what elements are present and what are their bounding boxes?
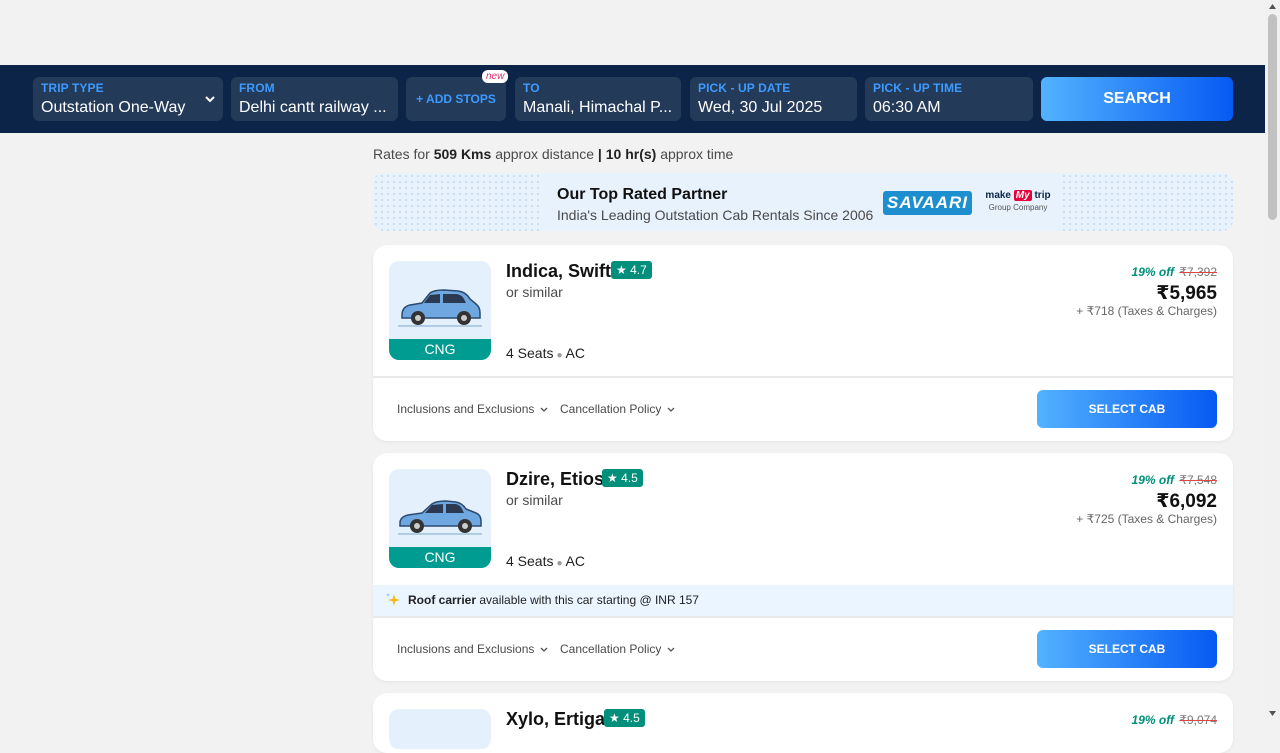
chevron-down-icon	[667, 647, 675, 652]
partner-subtitle: India's Leading Outstation Cab Rentals S…	[557, 207, 874, 223]
mmt-my: My	[1013, 190, 1032, 201]
banner-dots-left	[373, 173, 543, 231]
inclusions-label: Inclusions and Exclusions	[397, 642, 535, 656]
car-specs: 4 Seats ● AC	[506, 553, 585, 569]
partner-banner: Our Top Rated Partner India's Leading Ou…	[373, 173, 1233, 231]
fuel-tag: CNG	[389, 547, 491, 568]
rating-badge: ★ 4.5	[602, 469, 643, 487]
savaari-logo: SAVAARI	[883, 191, 972, 215]
car-specs: 4 Seats ● AC	[506, 345, 585, 361]
from-value: Delhi cantt railway ...	[239, 99, 387, 116]
partner-title: Our Top Rated Partner	[557, 186, 728, 203]
pickup-time-value: 06:30 AM	[873, 99, 941, 116]
price: ₹6,092	[1156, 491, 1217, 512]
car-image: CNG	[389, 261, 491, 360]
cab-card: CNG Indica, Swift ★ 4.7 or similar 4 Sea…	[373, 245, 1233, 441]
to-value: Manali, Himachal P...	[523, 99, 673, 116]
original-price: ₹9,074	[1179, 713, 1217, 727]
fuel-tag: CNG	[389, 339, 491, 360]
search-bar: TRIP TYPE Outstation One-Way FROM Delhi …	[0, 65, 1265, 133]
mmt-make: make	[985, 190, 1011, 201]
rates-distance-suffix: approx distance	[495, 146, 595, 162]
discount: 19% off	[1131, 713, 1174, 727]
rates-separator: |	[597, 146, 602, 162]
pickup-time-field[interactable]: PICK - UP TIME 06:30 AM	[865, 77, 1033, 121]
addon-text: available with this car starting @ INR 1…	[479, 593, 699, 607]
addon-bold: Roof carrier	[408, 593, 477, 607]
mmt-trip: trip	[1034, 190, 1051, 201]
car-icon	[398, 289, 482, 327]
discount: 19% off	[1131, 265, 1174, 279]
car-image	[389, 709, 491, 749]
scroll-down-arrow-icon[interactable]	[1268, 709, 1277, 717]
pickup-date-label: PICK - UP DATE	[698, 81, 791, 95]
rates-time: 10 hr(s)	[605, 146, 657, 162]
sparkle-icon	[386, 593, 400, 606]
trip-type-select[interactable]: TRIP TYPE Outstation One-Way	[33, 77, 223, 121]
rating-badge: ★ 4.5	[604, 709, 645, 727]
car-name: Dzire, Etios	[506, 469, 605, 489]
original-price: ₹7,392	[1179, 265, 1217, 279]
discount-line: 19% off ₹7,392	[1132, 265, 1217, 279]
ac: AC	[565, 553, 585, 569]
discount: 19% off	[1131, 473, 1174, 487]
to-label: TO	[523, 81, 540, 95]
chevron-down-icon	[540, 647, 548, 652]
or-similar: or similar	[506, 492, 563, 508]
rates-time-suffix: approx time	[660, 146, 734, 162]
inclusions-toggle[interactable]: Inclusions and Exclusions	[397, 402, 548, 416]
car-icon	[398, 500, 482, 535]
rates-distance: 509 Kms	[433, 146, 492, 162]
cancellation-label: Cancellation Policy	[560, 402, 662, 416]
taxes: + ₹725 (Taxes & Charges)	[1076, 512, 1217, 526]
ac: AC	[565, 345, 585, 361]
trip-type-value: Outstation One-Way	[41, 99, 186, 116]
rating-badge: ★ 4.7	[611, 261, 652, 279]
from-field[interactable]: FROM Delhi cantt railway ...	[231, 77, 398, 121]
inclusions-label: Inclusions and Exclusions	[397, 402, 535, 416]
pickup-date-field[interactable]: PICK - UP DATE Wed, 30 Jul 2025	[690, 77, 857, 121]
banner-dots-right	[1061, 173, 1233, 231]
price: ₹5,965	[1156, 283, 1217, 304]
cancellation-toggle[interactable]: Cancellation Policy	[560, 402, 675, 416]
cab-card: CNG Dzire, Etios ★ 4.5 or similar 4 Seat…	[373, 453, 1233, 681]
add-stops-button[interactable]: + ADD STOPS	[406, 77, 506, 121]
to-field[interactable]: TO Manali, Himachal P...	[515, 77, 681, 121]
car-name: Indica, Swift	[506, 261, 612, 281]
taxes: + ₹718 (Taxes & Charges)	[1076, 304, 1217, 318]
new-badge: new	[482, 70, 509, 83]
discount-line: 19% off ₹7,548	[1132, 473, 1217, 487]
seats: 4 Seats	[506, 553, 554, 569]
select-cab-button[interactable]: SELECT CAB	[1037, 630, 1217, 668]
divider	[373, 616, 1233, 618]
car-image: CNG	[389, 469, 491, 568]
makemytrip-logo: make My trip Group Company	[983, 189, 1053, 219]
mmt-group: Group Company	[988, 203, 1048, 212]
pickup-date-value: Wed, 30 Jul 2025	[698, 99, 823, 116]
or-similar: or similar	[506, 284, 563, 300]
trip-type-label: TRIP TYPE	[41, 81, 104, 95]
cab-card: Xylo, Ertiga ★ 4.5 19% off ₹9,074	[373, 693, 1233, 753]
chevron-down-icon	[205, 96, 215, 103]
addon-banner: Roof carrier available with this car sta…	[373, 585, 1233, 616]
scroll-up-arrow-icon[interactable]	[1268, 3, 1277, 11]
pickup-time-label: PICK - UP TIME	[873, 81, 963, 95]
original-price: ₹7,548	[1179, 473, 1217, 487]
discount-line: 19% off ₹9,074	[1132, 713, 1217, 727]
seats: 4 Seats	[506, 345, 554, 361]
select-cab-button[interactable]: SELECT CAB	[1037, 390, 1217, 428]
scrollbar-thumb[interactable]	[1268, 14, 1277, 220]
chevron-down-icon	[667, 407, 675, 412]
inclusions-toggle[interactable]: Inclusions and Exclusions	[397, 642, 548, 656]
cancellation-label: Cancellation Policy	[560, 642, 662, 656]
divider	[373, 376, 1233, 378]
chevron-down-icon	[540, 407, 548, 412]
scrollbar[interactable]	[1265, 0, 1280, 720]
search-button[interactable]: SEARCH	[1041, 77, 1233, 121]
rates-info: Rates for 509 Kms approx distance | 10 h…	[373, 146, 733, 162]
from-label: FROM	[239, 81, 275, 95]
cancellation-toggle[interactable]: Cancellation Policy	[560, 642, 675, 656]
rates-prefix: Rates for	[373, 146, 430, 162]
